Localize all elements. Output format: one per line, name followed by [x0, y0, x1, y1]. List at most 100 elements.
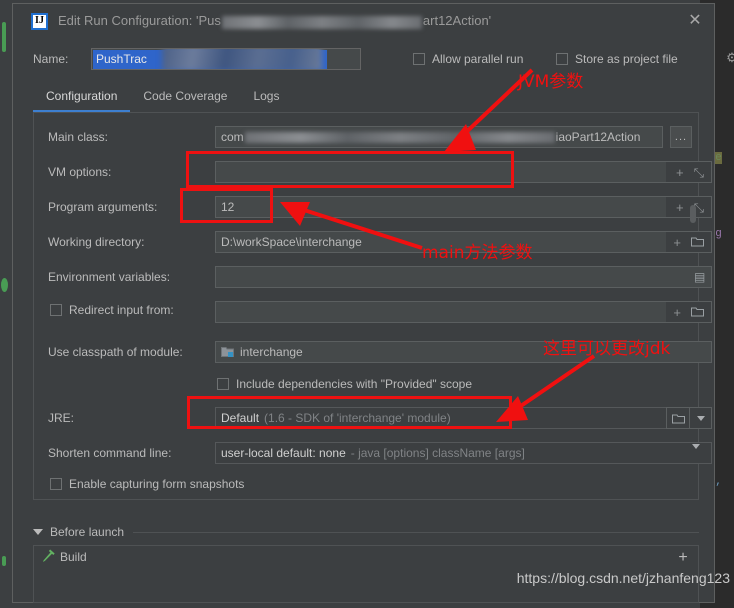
vm-options-label: VM options:: [48, 165, 112, 179]
tab-code-coverage[interactable]: Code Coverage: [130, 84, 240, 110]
chevron-down-icon: [696, 415, 705, 421]
before-launch-header[interactable]: Before launch: [33, 525, 699, 539]
intellij-idea-icon: IJ: [31, 12, 48, 30]
gear-icon[interactable]: ⚙: [725, 51, 734, 65]
dialog-title-prefix: Edit Run Configuration: 'Pus: [58, 13, 221, 29]
redirect-input-label: Redirect input from:: [69, 303, 174, 317]
edit-run-configuration-dialog: IJ Edit Run Configuration: 'Pus art12Acti…: [12, 3, 734, 603]
main-class-input[interactable]: com iaoPart12Action: [215, 126, 663, 148]
working-directory-label: Working directory:: [48, 235, 145, 249]
dialog-title: Edit Run Configuration: 'Pus art12Action': [58, 13, 492, 29]
redirect-input-field[interactable]: [215, 301, 667, 323]
main-class-browse-button[interactable]: ...: [670, 126, 692, 148]
jre-combo-input[interactable]: Default (1.6 - SDK of 'interchange' modu…: [215, 407, 667, 429]
jre-value: Default: [221, 411, 260, 425]
vm-options-input[interactable]: [215, 161, 667, 183]
use-classpath-of-module-label: Use classpath of module:: [48, 345, 183, 359]
jre-value-detail: (1.6 - SDK of 'interchange' module): [264, 411, 451, 425]
checkbox-box: [413, 53, 425, 65]
working-directory-input[interactable]: D:\workSpace\interchange: [215, 231, 667, 253]
gutter-marker: [2, 22, 6, 52]
configuration-panel: Main class: com iaoPart12Action ... VM op…: [33, 112, 712, 500]
working-directory-label-row: Working directory:: [48, 231, 144, 253]
add-icon[interactable]: +: [673, 236, 681, 249]
environment-variables-label: Environment variables:: [48, 270, 171, 284]
module-icon: [221, 346, 234, 358]
app-icon-glyph: IJ: [35, 15, 44, 26]
redirect-input-actions: +: [666, 301, 712, 323]
use-classpath-of-module-combo[interactable]: interchange: [215, 341, 712, 363]
shorten-command-line-combo[interactable]: user-local default: none - java [options…: [215, 442, 712, 464]
store-as-project-file-label: Store as project file: [575, 52, 678, 66]
environment-variables-label-row: Environment variables:: [48, 266, 170, 288]
dialog-titlebar: IJ Edit Run Configuration: 'Pus art12Acti…: [13, 4, 714, 38]
before-launch-title: Before launch: [50, 525, 125, 539]
gutter-marker: [1, 278, 8, 292]
redacted-name-segment: [162, 49, 322, 69]
main-class-label: Main class:: [48, 130, 109, 144]
add-icon[interactable]: +: [676, 201, 684, 214]
shorten-command-line-label: Shorten command line:: [48, 446, 172, 460]
folder-icon[interactable]: [691, 236, 704, 249]
add-icon[interactable]: +: [673, 306, 681, 319]
environment-variables-browse-icon[interactable]: ▤: [694, 270, 705, 284]
program-arguments-input[interactable]: 12: [215, 196, 667, 218]
enable-form-snapshots-label: Enable capturing form snapshots: [69, 477, 245, 491]
shorten-command-line-chevron[interactable]: [692, 444, 700, 463]
program-arguments-label: Program arguments:: [48, 200, 158, 214]
name-input[interactable]: PushTrac: [91, 48, 361, 70]
redacted-main-class-segment: [244, 131, 555, 143]
allow-parallel-run-checkbox[interactable]: Allow parallel run: [413, 52, 523, 66]
section-divider: [133, 531, 699, 533]
tab-bar: Configuration Code Coverage Logs: [33, 84, 292, 113]
checkbox-box: [50, 304, 62, 316]
folder-icon-glyph: [691, 307, 704, 316]
program-arguments-label-row: Program arguments:: [48, 196, 157, 218]
jre-label-row: JRE:: [48, 407, 74, 429]
list-item-label: Build: [60, 549, 87, 564]
use-classpath-of-module-value: interchange: [240, 345, 303, 359]
gutter-marker: [2, 556, 6, 566]
panel-scrollbar[interactable]: [690, 205, 696, 223]
checkbox-box: [217, 378, 229, 390]
chevron-down-icon: [692, 444, 700, 463]
add-before-launch-task-button[interactable]: +: [669, 547, 697, 568]
shorten-command-line-value: user-local default: none: [221, 446, 346, 460]
environment-variables-input[interactable]: [215, 266, 712, 288]
dialog-title-suffix: art12Action': [422, 13, 492, 29]
store-as-project-file-checkbox[interactable]: Store as project file: [556, 52, 678, 66]
tab-logs[interactable]: Logs: [240, 84, 292, 110]
module-icon-glyph: [221, 347, 234, 357]
jre-browse-button[interactable]: [666, 407, 690, 429]
redacted-title-segment: [221, 15, 422, 29]
folder-icon[interactable]: [691, 306, 704, 319]
folder-icon-glyph: [691, 237, 704, 246]
chevron-down-icon: [33, 529, 43, 535]
vm-options-actions: + ⤡: [666, 161, 712, 183]
jre-dropdown-button[interactable]: [689, 407, 712, 429]
main-class-value-prefix: com: [221, 130, 244, 144]
hammer-icon-glyph: [43, 549, 55, 562]
checkbox-box: [556, 53, 568, 65]
shorten-command-line-label-row: Shorten command line:: [48, 442, 171, 464]
hammer-icon: [40, 549, 55, 564]
include-provided-scope-label: Include dependencies with "Provided" sco…: [236, 377, 473, 391]
watermark: https://blog.csdn.net/jzhanfeng123: [516, 570, 730, 586]
vm-options-label-row: VM options:: [48, 161, 111, 183]
enable-form-snapshots-checkbox[interactable]: Enable capturing form snapshots: [50, 477, 244, 491]
tab-configuration[interactable]: Configuration: [33, 84, 131, 113]
main-class-label-row: Main class:: [48, 126, 108, 148]
ide-left-gutter: [0, 0, 12, 608]
jre-label: JRE:: [48, 411, 75, 425]
allow-parallel-run-label: Allow parallel run: [432, 52, 524, 66]
folder-icon: [671, 414, 685, 423]
expand-icon[interactable]: ⤡: [694, 166, 704, 179]
close-icon[interactable]: ✕: [686, 12, 704, 30]
include-provided-scope-checkbox[interactable]: Include dependencies with "Provided" sco…: [217, 377, 472, 391]
main-class-value-suffix: iaoPart12Action: [555, 130, 641, 144]
redirect-input-checkbox[interactable]: Redirect input from:: [50, 303, 174, 317]
checkbox-box: [50, 478, 62, 490]
list-item[interactable]: Build: [34, 546, 698, 567]
add-icon[interactable]: +: [676, 166, 684, 179]
program-arguments-actions: + ⤡: [666, 196, 712, 218]
